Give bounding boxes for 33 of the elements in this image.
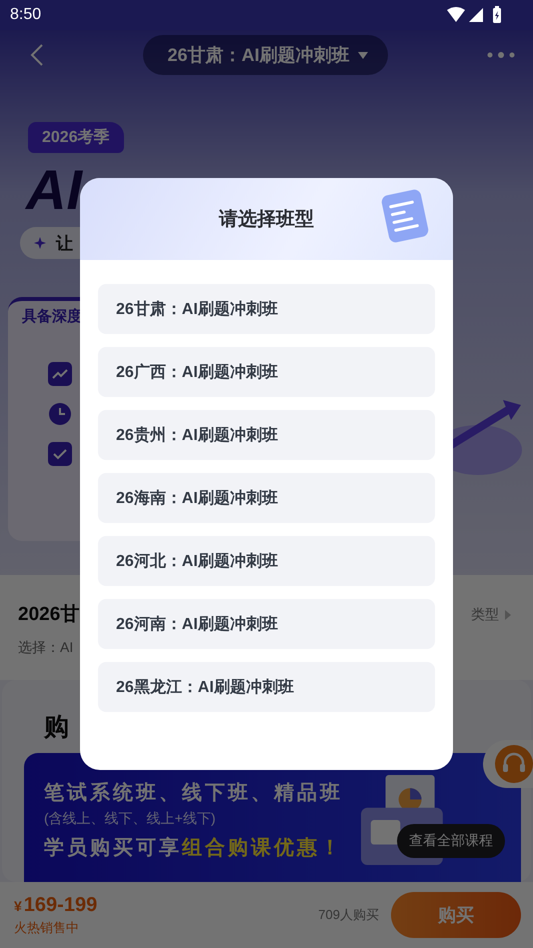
support-button[interactable] [483,740,533,788]
headset-icon [495,745,533,783]
sale-status: 火热销售中 [14,918,80,936]
season-badge: 2026考季 [28,122,124,153]
class-option[interactable]: 26河南：AI刷题冲刺班 [98,599,435,649]
sparkle-icon [34,237,46,249]
class-option[interactable]: 26黑龙江：AI刷题冲刺班 [98,662,435,712]
tagline-text: 让 [56,232,73,254]
more-icon[interactable] [487,51,515,59]
headline: AI [26,159,82,221]
class-option[interactable]: 26广西：AI刷题冲刺班 [98,347,435,397]
status-time: 8:50 [10,6,42,24]
class-option[interactable]: 26海南：AI刷题冲刺班 [98,473,435,523]
promo-offer: 学员购买可享组合购课优惠！ [44,836,343,861]
dialog-title: 请选择班型 [219,208,314,232]
chart-icon [48,362,72,386]
back-icon[interactable] [30,44,44,66]
status-icons [447,6,503,24]
chevron-icon [505,610,511,620]
promo-heading: 购 [44,712,69,743]
promo-note: (含线上、线下、线上+线下) [44,810,216,828]
tooltip: 查看全部课程 [397,824,505,858]
class-option[interactable]: 26甘肃：AI刷题冲刺班 [98,284,435,334]
checklist-icon [48,442,72,466]
promo-line: 笔试系统班、线下班、精品班 [44,780,343,806]
clock-icon [48,402,72,426]
class-option[interactable]: 26贵州：AI刷题冲刺班 [98,410,435,460]
buyer-count: 709人购买 [318,906,379,924]
caret-icon [358,52,368,58]
selection-text: 选择：AI [18,639,74,657]
class-option[interactable]: 26河北：AI刷题冲刺班 [98,536,435,586]
price: ¥169-199 [14,894,98,916]
course-title: 2026甘 [18,603,80,627]
